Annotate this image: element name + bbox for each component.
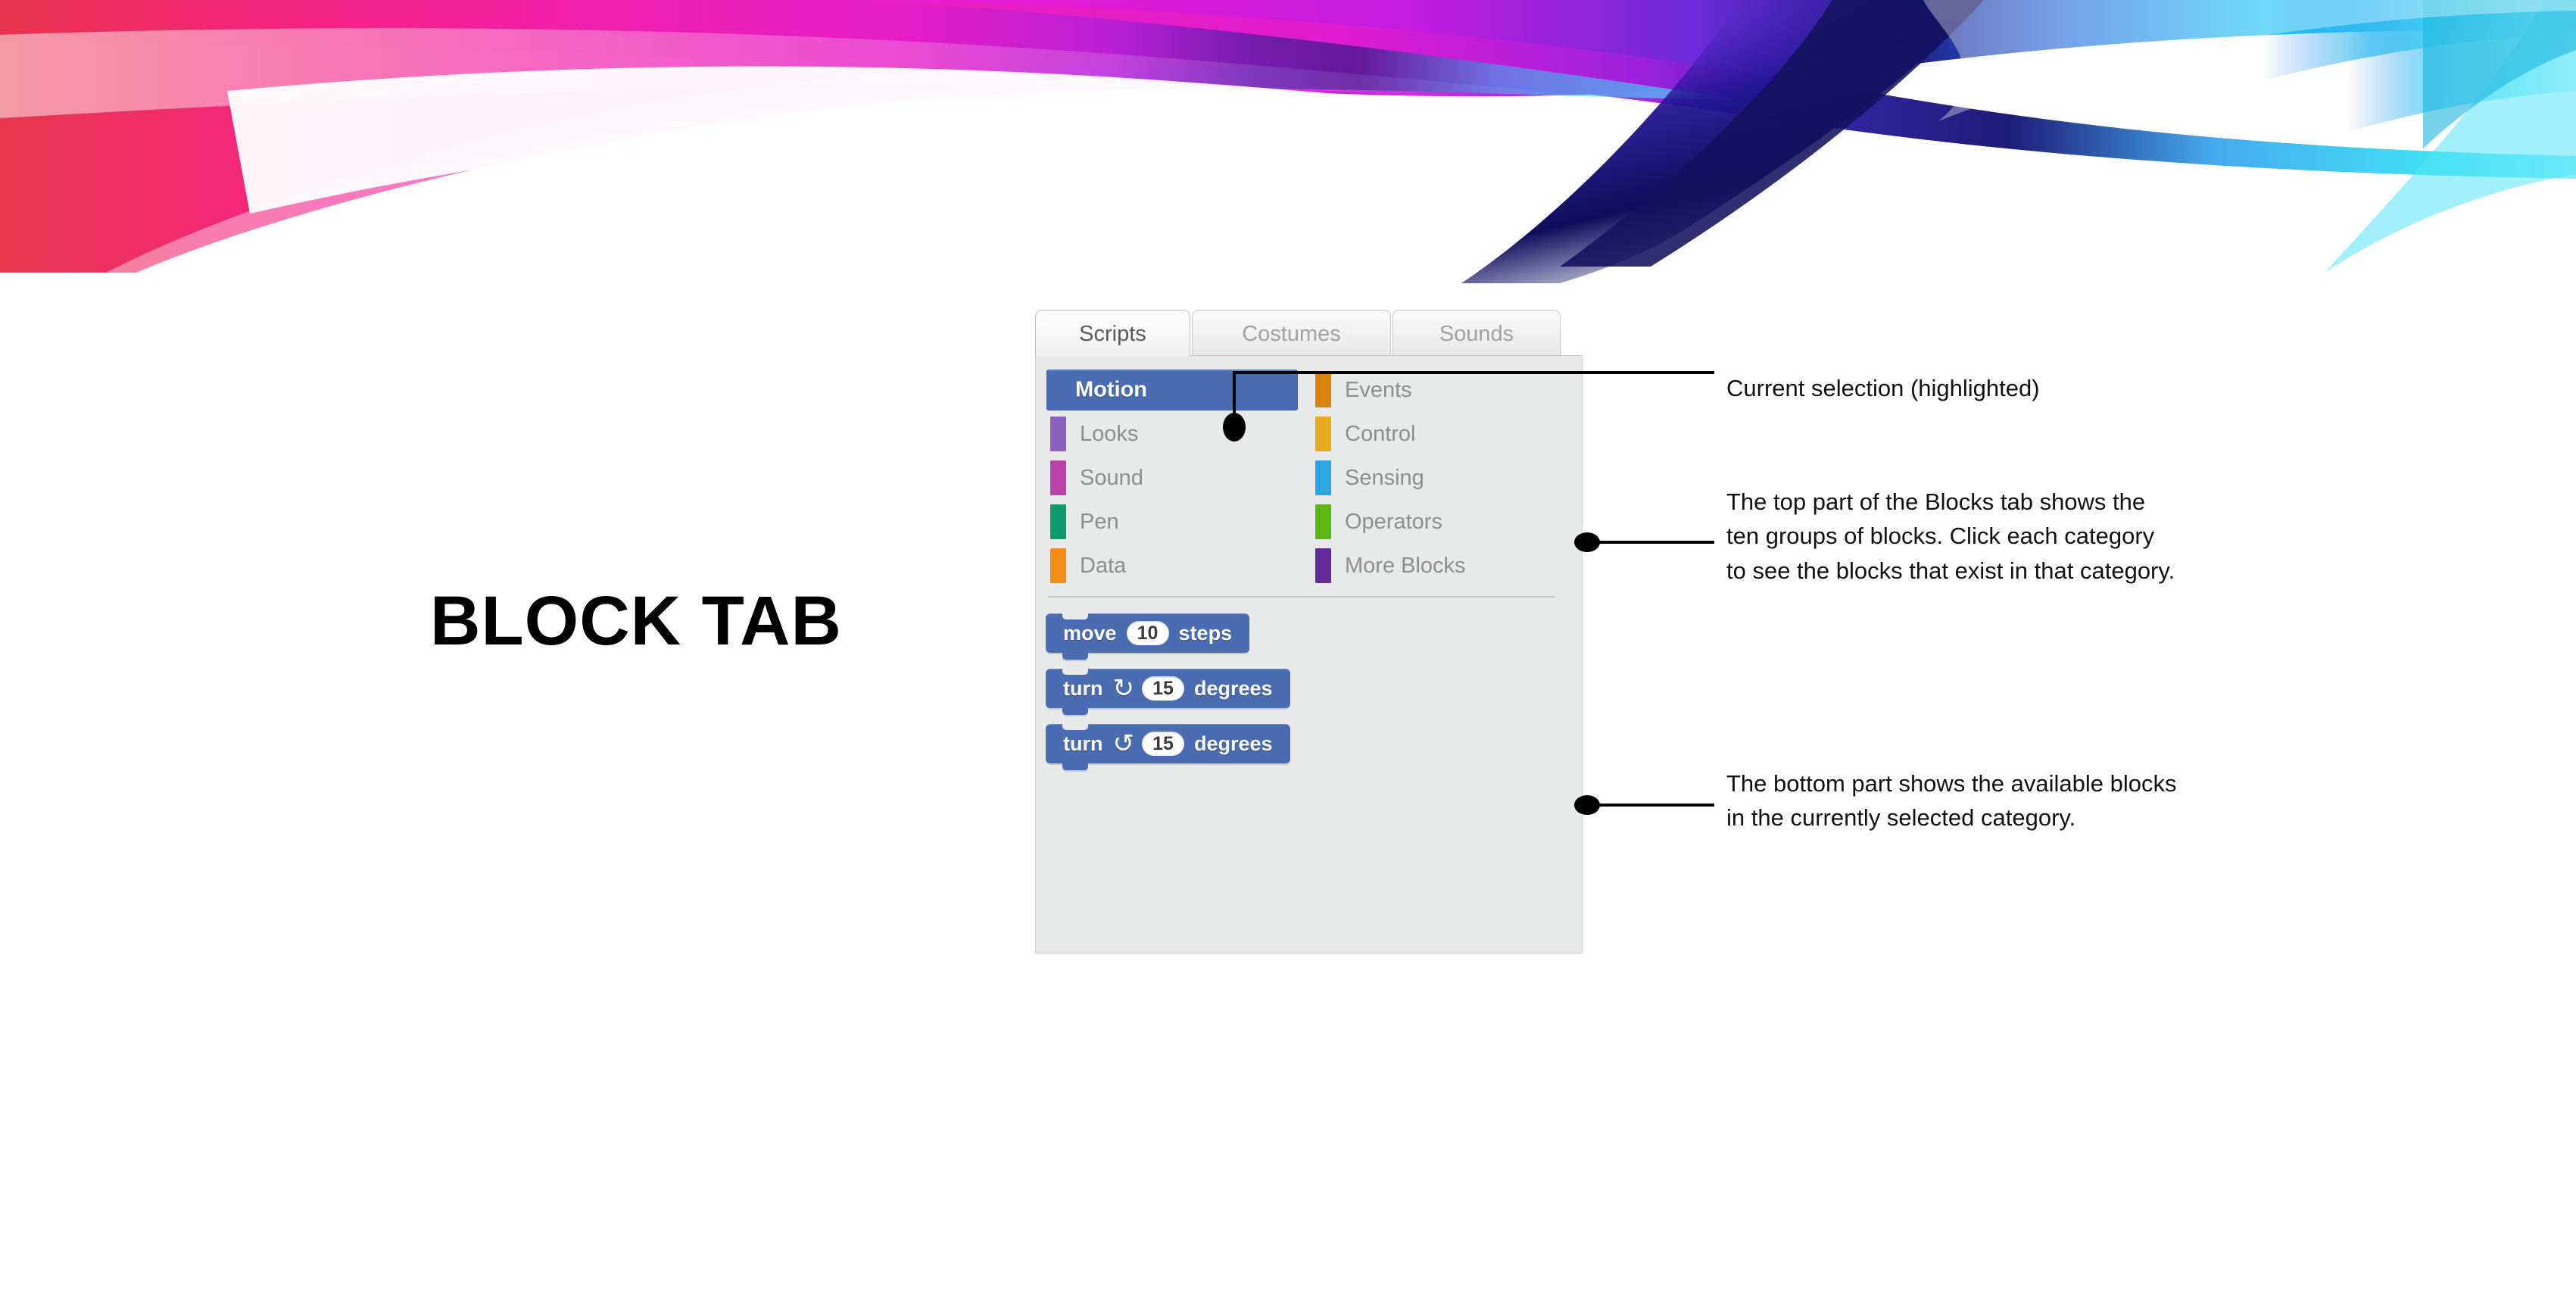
move-block-pre-label: move	[1063, 621, 1117, 644]
turn-ccw-pre-label: turn	[1063, 732, 1103, 755]
turn-cw-pre-label: turn	[1063, 676, 1103, 700]
scratch-blocks-panel: Scripts Costumes Sounds Motion Looks Sou…	[1035, 310, 1583, 953]
move-block-post-label: steps	[1178, 621, 1233, 644]
tab-sounds[interactable]: Sounds	[1392, 310, 1561, 357]
turn-ccw-post-label: degrees	[1193, 732, 1273, 755]
category-item-pen[interactable]: Pen	[1046, 500, 1296, 544]
turn-ccw-degrees-input[interactable]: 15	[1141, 732, 1184, 756]
category-swatch-looks	[1050, 417, 1066, 451]
category-swatch-sound	[1050, 460, 1066, 495]
palette-separator	[1048, 596, 1555, 598]
category-label-motion: Motion	[1075, 377, 1148, 402]
callout-top-part: The top part of the Blocks tab shows the…	[1726, 488, 2175, 584]
category-swatch-events	[1315, 373, 1331, 407]
category-swatch-control	[1315, 417, 1331, 451]
category-item-data[interactable]: Data	[1046, 544, 1296, 588]
category-item-events[interactable]: Events	[1311, 368, 1561, 412]
turn-cw-degrees-input[interactable]: 15	[1141, 676, 1184, 701]
category-highlight-bar: Motion	[1046, 370, 1298, 410]
callout-bottom-part: The bottom part shows the available bloc…	[1726, 770, 2177, 832]
category-item-looks[interactable]: Looks	[1046, 412, 1296, 456]
category-label-sound: Sound	[1080, 465, 1143, 490]
category-label-data: Data	[1080, 553, 1127, 578]
turn-clockwise-block[interactable]: turn ↻ 15 degrees	[1046, 668, 1290, 715]
callout-leader-top-part	[1574, 532, 1714, 552]
category-item-control[interactable]: Control	[1311, 412, 1561, 456]
move-steps-block[interactable]: move 10 steps	[1046, 613, 1250, 660]
category-label-control: Control	[1345, 421, 1416, 446]
category-item-operators[interactable]: Operators	[1311, 500, 1561, 544]
turn-clockwise-arrow-icon: ↻	[1112, 674, 1134, 703]
category-label-pen: Pen	[1080, 509, 1119, 534]
category-label-looks: Looks	[1080, 421, 1139, 446]
block-list: move 10 steps turn ↻ 15 degrees turn ↺ 1…	[1046, 613, 1576, 779]
category-swatch-more-blocks	[1315, 548, 1331, 583]
panel-tab-strip: Scripts Costumes Sounds	[1035, 310, 1583, 357]
panel-body: Motion Looks Sound Pen Data Events Contr…	[1035, 355, 1583, 953]
category-swatch-data	[1050, 548, 1066, 583]
page-title: BLOCK TAB	[430, 582, 842, 660]
category-column-left: Motion Looks Sound Pen Data	[1046, 368, 1298, 588]
category-item-more-blocks[interactable]: More Blocks	[1311, 544, 1561, 588]
category-label-operators: Operators	[1345, 509, 1442, 534]
category-swatch-operators	[1315, 504, 1331, 539]
callout-leader-bottom-part	[1574, 795, 1714, 815]
category-label-more-blocks: More Blocks	[1345, 553, 1466, 578]
turn-counterclockwise-arrow-icon: ↺	[1112, 729, 1134, 758]
turn-cw-post-label: degrees	[1193, 676, 1273, 700]
category-item-sound[interactable]: Sound	[1046, 456, 1296, 500]
move-steps-input[interactable]: 10	[1126, 621, 1169, 645]
category-swatch-sensing	[1315, 460, 1331, 495]
decorative-wave-banner	[0, 0, 2576, 288]
category-item-motion[interactable]: Motion	[1046, 368, 1298, 412]
category-swatch-pen	[1050, 504, 1066, 539]
tab-costumes[interactable]: Costumes	[1192, 310, 1391, 357]
category-label-sensing: Sensing	[1345, 465, 1424, 490]
block-category-grid: Motion Looks Sound Pen Data Events Contr…	[1046, 368, 1569, 589]
callout-current-selection: Current selection (highlighted)	[1726, 375, 2040, 401]
category-label-events: Events	[1345, 377, 1412, 402]
tab-scripts[interactable]: Scripts	[1035, 310, 1190, 357]
category-item-sensing[interactable]: Sensing	[1311, 456, 1561, 500]
category-column-right: Events Control Sensing Operators More Bl	[1311, 368, 1561, 588]
turn-counterclockwise-block[interactable]: turn ↺ 15 degrees	[1046, 723, 1290, 770]
